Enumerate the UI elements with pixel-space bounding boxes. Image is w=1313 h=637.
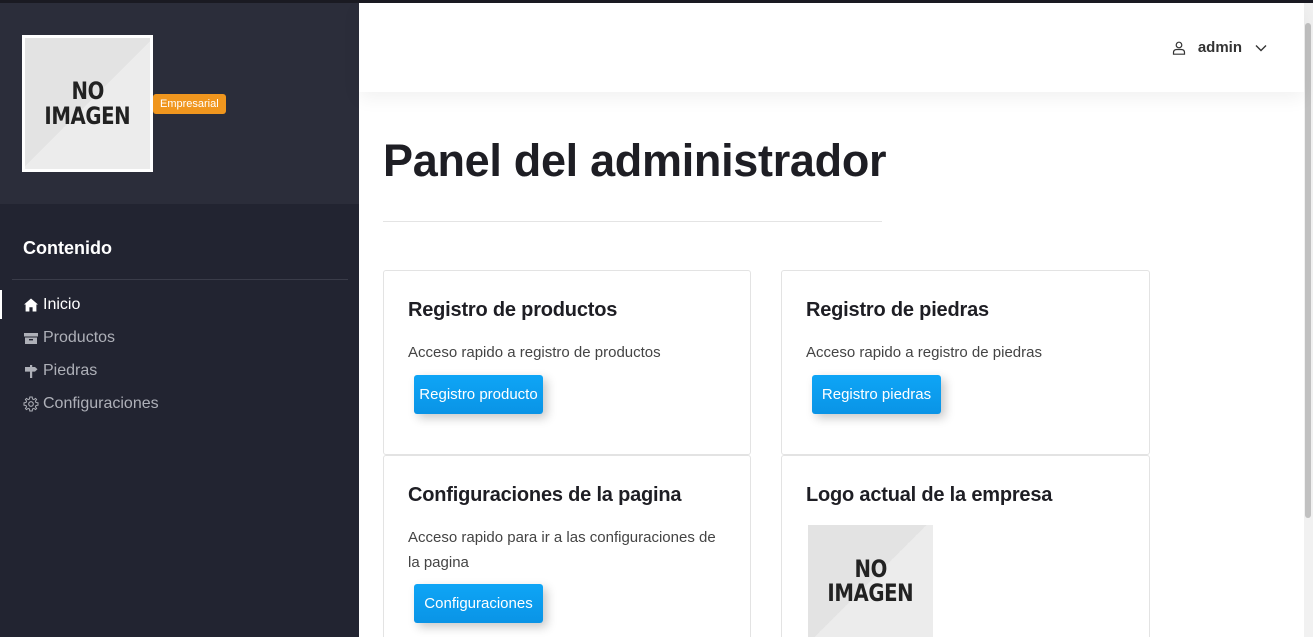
user-menu[interactable]: admin	[1172, 39, 1268, 56]
card-title: Logo actual de la empresa	[806, 484, 1053, 506]
logo-text-line2: IMAGEN	[827, 579, 914, 607]
page-title: Panel del administrador	[383, 135, 887, 186]
sidebar-item-configuraciones[interactable]: Configuraciones	[0, 387, 359, 420]
chevron-down-icon	[1254, 41, 1268, 55]
gear-icon	[23, 396, 39, 412]
top-header: admin	[359, 3, 1304, 92]
sidebar-item-label: Productos	[43, 328, 116, 346]
user-icon	[1172, 41, 1186, 55]
plan-badge: Empresarial	[153, 94, 226, 114]
home-icon	[23, 297, 39, 313]
sidebar-item-label: Inicio	[43, 295, 81, 313]
card-registro-productos: Registro de productos Acceso rapido a re…	[383, 270, 751, 455]
configuraciones-button[interactable]: Configuraciones	[414, 584, 543, 623]
card-registro-piedras: Registro de piedras Acceso rapido a regi…	[781, 270, 1150, 455]
sidebar-item-inicio[interactable]: Inicio	[0, 288, 359, 321]
box-icon	[23, 330, 39, 346]
logo-text-line1: NO	[71, 77, 104, 106]
window-top-edge	[0, 0, 1313, 3]
card-title: Registro de productos	[408, 299, 618, 321]
card-title: Configuraciones de la pagina	[408, 484, 682, 506]
scrollbar-thumb[interactable]	[1305, 23, 1311, 518]
card-description: Acceso rapido para ir a las configuracio…	[408, 529, 716, 571]
sidebar-item-productos[interactable]: Productos	[0, 321, 359, 354]
card-description: Acceso rapido a registro de piedras	[806, 344, 1042, 361]
registro-producto-button[interactable]: Registro producto	[414, 375, 543, 414]
card-logo-empresa: Logo actual de la empresa NO IMAGEN	[781, 455, 1150, 637]
logo-text-line1: NO	[854, 554, 887, 583]
page-scrollbar[interactable]	[1304, 3, 1313, 637]
logo-text-line2: IMAGEN	[44, 101, 131, 130]
sidebar: NO IMAGEN Empresarial Contenido Inicio P…	[0, 0, 359, 637]
sidebar-item-piedras[interactable]: Piedras	[0, 354, 359, 387]
sidebar-brand-area: NO IMAGEN Empresarial	[0, 0, 359, 204]
sidebar-heading: Contenido	[23, 238, 112, 258]
sidebar-nav: Inicio Productos Piedras Configuraciones	[0, 288, 359, 420]
sidebar-item-label: Configuraciones	[43, 394, 159, 412]
registro-piedras-button[interactable]: Registro piedras	[812, 375, 941, 414]
company-logo-preview: NO IMAGEN	[808, 525, 933, 637]
sidebar-divider	[12, 279, 348, 280]
company-logo: NO IMAGEN	[22, 35, 153, 172]
card-description: Acceso rapido a registro de productos	[408, 344, 661, 361]
no-image-placeholder: NO IMAGEN	[808, 525, 933, 637]
no-image-placeholder: NO IMAGEN	[25, 38, 150, 169]
card-title: Registro de piedras	[806, 299, 989, 321]
user-name: admin	[1197, 39, 1242, 56]
title-divider	[383, 221, 882, 222]
sidebar-item-label: Piedras	[43, 361, 98, 379]
card-configuraciones: Configuraciones de la pagina Acceso rapi…	[383, 455, 751, 637]
signpost-icon	[23, 363, 39, 379]
